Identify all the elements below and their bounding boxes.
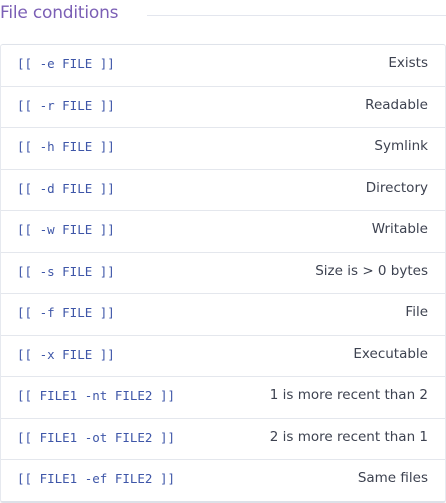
- condition-code: [[ -r FILE ]]: [17, 97, 115, 113]
- condition-description: Symlink: [374, 138, 428, 154]
- table-row: [[ FILE1 -ot FILE2 ]] 2 is more recent t…: [1, 417, 445, 460]
- condition-code: [[ -x FILE ]]: [17, 346, 115, 362]
- table-row: [[ -s FILE ]] Size is > 0 bytes: [1, 251, 445, 294]
- condition-description: File: [405, 304, 428, 320]
- condition-description: Executable: [353, 345, 428, 362]
- condition-code: [[ -w FILE ]]: [17, 222, 115, 237]
- condition-description: Readable: [365, 96, 428, 113]
- condition-code: [[ -e FILE ]]: [17, 56, 115, 71]
- condition-description: Writable: [371, 221, 428, 237]
- section-header: File conditions: [0, 0, 446, 34]
- section-divider: [147, 15, 446, 16]
- condition-description: Size is > 0 bytes: [315, 262, 428, 279]
- table-row: [[ -r FILE ]] Readable: [1, 85, 445, 128]
- condition-description: Exists: [388, 55, 428, 71]
- table-row: [[ -w FILE ]] Writable: [1, 210, 445, 252]
- table-row: [[ -e FILE ]] Exists: [1, 45, 445, 86]
- condition-code: [[ -h FILE ]]: [17, 139, 115, 154]
- condition-description: 1 is more recent than 2: [269, 387, 428, 403]
- table-row: [[ -x FILE ]] Executable: [1, 334, 445, 377]
- table-row: [[ FILE1 -nt FILE2 ]] 1 is more recent t…: [1, 376, 445, 418]
- condition-description: Directory: [365, 179, 428, 196]
- conditions-table: [[ -e FILE ]] Exists [[ -r FILE ]] Reada…: [0, 44, 446, 503]
- condition-code: [[ FILE1 -nt FILE2 ]]: [17, 388, 176, 403]
- table-row: [[ -h FILE ]] Symlink: [1, 127, 445, 169]
- condition-code: [[ FILE1 -ot FILE2 ]]: [17, 429, 176, 445]
- condition-code: [[ FILE1 -ef FILE2 ]]: [17, 471, 176, 486]
- table-row: [[ -d FILE ]] Directory: [1, 168, 445, 211]
- condition-code: [[ -f FILE ]]: [17, 305, 115, 320]
- condition-code: [[ -d FILE ]]: [17, 180, 115, 196]
- condition-code: [[ -s FILE ]]: [17, 263, 115, 279]
- table-row: [[ FILE1 -ef FILE2 ]] Same files: [1, 459, 445, 501]
- section-title: File conditions: [0, 3, 119, 23]
- table-row: [[ -f FILE ]] File: [1, 293, 445, 335]
- condition-description: 2 is more recent than 1: [269, 428, 428, 445]
- condition-description: Same files: [357, 470, 428, 486]
